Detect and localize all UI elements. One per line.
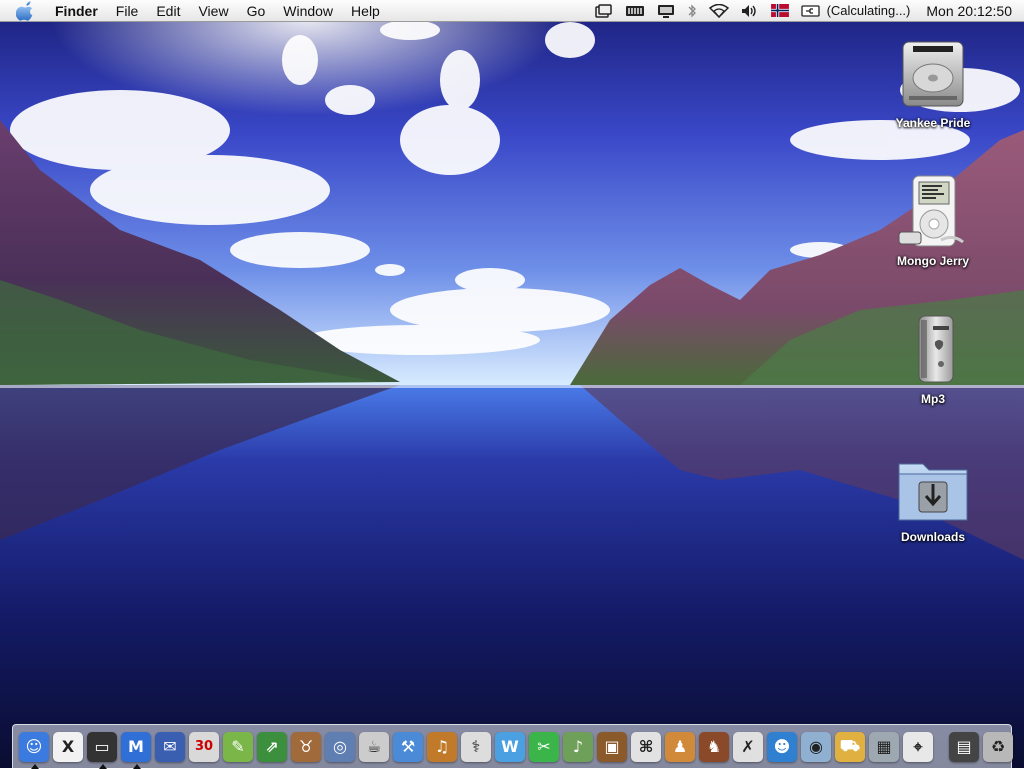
desktop-icon-mp3[interactable]: Mp3 (878, 312, 988, 406)
game-character-icon: ♞ (699, 731, 729, 762)
transmit-icon: ⛟ (835, 731, 865, 762)
x11-icon: X (53, 731, 83, 762)
dock-item-disk-utility[interactable]: ⚕ (461, 729, 491, 765)
menu-clock[interactable]: Mon 20:12:50 (926, 3, 1012, 19)
dock-item-people[interactable]: ♟ (665, 729, 695, 765)
map-app-icon: ⌖ (903, 731, 933, 762)
stock-monitor-icon: ⇗ (257, 731, 287, 762)
desktop-wallpaper (0, 0, 1024, 768)
dock-item-apple-dialog[interactable]: ⌘ (631, 729, 661, 765)
menu-view[interactable]: View (189, 0, 237, 22)
norway-flag-icon[interactable] (770, 4, 789, 17)
dock-item-stock-monitor[interactable]: ⇗ (257, 729, 287, 765)
power-mac-g4-icon (918, 315, 954, 383)
thunderbird-icon: ✉ (155, 731, 185, 762)
desktop-icon-label: Mongo Jerry (896, 254, 969, 268)
desktop-icon-label: Downloads (900, 530, 965, 544)
dock: ☺ X ▭ M ✉ 30 ✎ ⇗ ♉ ◎ ☕ ⚒ ♫ ⚕ W ✂ ♪ ▣ ⌘ ♟ ♞ ✗ ☻ ◉ ⛟ ▦ ⌖ ▤ ♻ (12, 724, 1013, 769)
ipod-icon (898, 175, 964, 247)
scissors-icon: ✂ (529, 731, 559, 762)
desktop-icon-downloads[interactable]: Downloads (878, 450, 988, 544)
minimized-window-icon: ▤ (949, 731, 979, 762)
dock-item-thunderbird[interactable]: ✉ (155, 729, 185, 765)
downloads-folder-icon (898, 463, 968, 521)
desktop-icon-yankee-pride[interactable]: Yankee Pride (878, 36, 988, 130)
menu-edit[interactable]: Edit (147, 0, 189, 22)
menu-file[interactable]: File (107, 0, 148, 22)
xcode-icon: ⚒ (393, 731, 423, 762)
wifi-icon[interactable] (708, 3, 729, 18)
dock-item-map-app[interactable]: ⌖ (903, 729, 933, 765)
apple-dialog-icon: ⌘ (631, 731, 661, 762)
dock-item-safari[interactable]: ◉ (801, 729, 831, 765)
hard-drive-icon (902, 41, 964, 107)
bluetooth-icon[interactable] (687, 3, 697, 19)
paintbrush-icon: ✎ (223, 731, 253, 762)
dock-item-coffee[interactable]: ☕ (359, 729, 389, 765)
dock-item-gnu[interactable]: ♉ (291, 729, 321, 765)
menu-go[interactable]: Go (238, 0, 275, 22)
finder-icon: ☺ (19, 731, 49, 762)
desktop-icon-label: Mp3 (921, 392, 945, 406)
menu-bar: Finder File Edit View Go Window Help (Ca… (0, 0, 1024, 22)
dock-item-x11[interactable]: X (53, 729, 83, 765)
dock-item-ical[interactable]: 30 (189, 729, 219, 765)
battery-meter-icon[interactable] (625, 5, 645, 17)
dock-item-transmit[interactable]: ⛟ (835, 729, 865, 765)
dock-item-ichat[interactable]: ☻ (767, 729, 797, 765)
dock-item-finder[interactable]: ☺ (19, 729, 49, 769)
dock-item-iphoto[interactable]: ▣ (597, 729, 627, 765)
desktop-icon-mongo-jerry[interactable]: Mongo Jerry (878, 174, 988, 268)
dock-item-wire-app[interactable]: W (495, 729, 525, 765)
mail-app-icon: M (121, 731, 151, 762)
ichat-icon: ☻ (767, 731, 797, 762)
dock-item-minimized-window[interactable]: ▤ (949, 729, 979, 765)
dock-item-scissors[interactable]: ✂ (529, 729, 559, 765)
volume-icon[interactable] (741, 4, 759, 18)
terminal-icon: ▭ (87, 731, 117, 762)
dock-item-itunes[interactable]: ♪ (563, 729, 593, 765)
menu-help[interactable]: Help (342, 0, 389, 22)
display-icon[interactable] (657, 4, 675, 18)
window-icon[interactable] (594, 3, 613, 18)
crossover-icon: ✗ (733, 731, 763, 762)
dock-item-preview[interactable]: ◎ (325, 729, 355, 765)
dock-item-trash[interactable]: ♻ (983, 729, 1013, 765)
itunes-icon: ♪ (563, 731, 593, 762)
menu-window[interactable]: Window (274, 0, 342, 22)
desktop-icon-label: Yankee Pride (895, 116, 971, 130)
disk-utility-icon: ⚕ (461, 731, 491, 762)
dock-item-network-window[interactable]: ▦ (869, 729, 899, 765)
dock-item-paintbrush[interactable]: ✎ (223, 729, 253, 765)
dock-item-crossover[interactable]: ✗ (733, 729, 763, 765)
guitar-icon: ♫ (427, 731, 457, 762)
iphoto-icon: ▣ (597, 731, 627, 762)
apple-menu-icon[interactable] (16, 0, 36, 21)
dock-item-guitar[interactable]: ♫ (427, 729, 457, 765)
preview-icon: ◎ (325, 731, 355, 762)
gnu-icon: ♉ (291, 731, 321, 762)
dock-item-xcode[interactable]: ⚒ (393, 729, 423, 765)
menu-finder[interactable]: Finder (46, 0, 107, 22)
safari-icon: ◉ (801, 731, 831, 762)
dock-item-mail-app[interactable]: M (121, 729, 151, 769)
dock-item-game-character[interactable]: ♞ (699, 729, 729, 765)
network-window-icon: ▦ (869, 731, 899, 762)
wire-app-icon: W (495, 731, 525, 762)
power-plug-icon[interactable] (800, 4, 821, 17)
dock-item-terminal[interactable]: ▭ (87, 729, 117, 769)
trash-icon: ♻ (983, 731, 1013, 762)
ical-icon: 30 (189, 731, 219, 762)
battery-status-text[interactable]: (Calculating...) (827, 3, 911, 18)
people-icon: ♟ (665, 731, 695, 762)
coffee-icon: ☕ (359, 731, 389, 762)
